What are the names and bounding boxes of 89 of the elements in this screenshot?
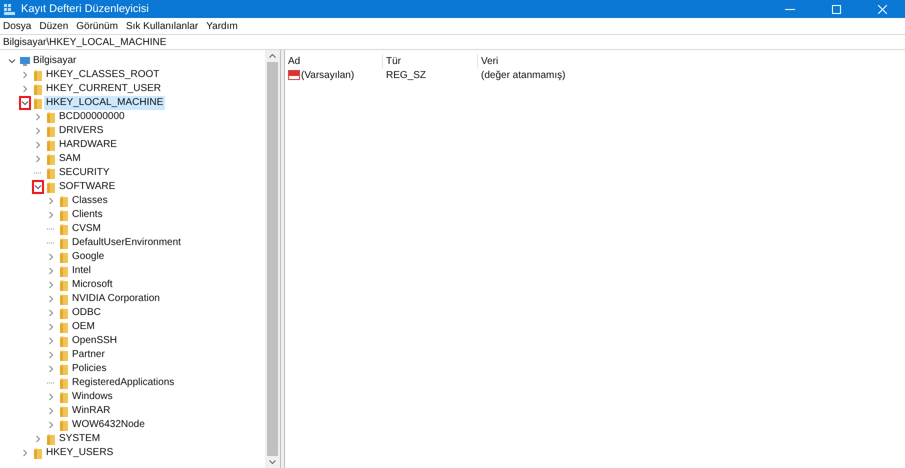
minimize-icon — [785, 8, 795, 10]
tree-item[interactable]: ODBC — [70, 306, 103, 320]
folder-icon — [34, 70, 42, 80]
folder-icon — [60, 252, 68, 262]
folder-icon — [60, 210, 68, 220]
tree-item[interactable]: Intel — [70, 264, 93, 278]
tree-item[interactable]: HKEY_CLASSES_ROOT — [44, 68, 162, 82]
column-header[interactable]: Tür — [382, 54, 477, 68]
close-icon — [878, 4, 886, 14]
tree-item[interactable]: Windows — [70, 390, 115, 404]
computer-icon — [18, 56, 30, 66]
tree-item[interactable]: WOW6432Node — [70, 418, 147, 432]
tree-item[interactable]: Partner — [70, 348, 107, 362]
folder-icon — [46, 434, 54, 444]
folder-icon — [60, 406, 68, 416]
folder-icon — [46, 154, 54, 164]
tree-item[interactable]: WinRAR — [70, 404, 112, 418]
tree-item[interactable]: SECURITY — [57, 166, 112, 180]
expand-toggle[interactable] — [19, 96, 31, 110]
chevron-down-icon[interactable] — [8, 57, 16, 65]
expand-toggle[interactable] — [32, 180, 44, 194]
tree-item[interactable]: HKEY_USERS — [44, 446, 116, 460]
menu-item[interactable]: Dosya — [3, 18, 32, 34]
folder-icon — [60, 224, 68, 234]
menu-item[interactable]: Görünüm — [76, 18, 118, 34]
tree-item[interactable]: Policies — [70, 362, 108, 376]
tree-item[interactable]: OpenSSH — [70, 334, 120, 348]
tree-connector-icon — [47, 382, 55, 384]
tree-item[interactable]: Clients — [70, 208, 105, 222]
tree-item[interactable]: BCD00000000 — [57, 110, 127, 124]
column-header[interactable]: Veri — [477, 54, 498, 68]
chevron-down-icon[interactable] — [34, 183, 42, 191]
menu-item[interactable]: Düzen — [39, 18, 68, 34]
folder-icon — [60, 308, 68, 318]
address-bar[interactable]: Bilgisayar\HKEY_LOCAL_MACHINE — [0, 34, 905, 50]
folder-icon — [60, 420, 68, 430]
folder-icon — [46, 182, 54, 192]
tree-connector-icon — [34, 172, 42, 174]
scrollbar[interactable] — [265, 50, 280, 468]
tree-item[interactable]: Classes — [70, 194, 110, 208]
window-title: Kayıt Defteri Düzenleyicisi — [21, 2, 149, 17]
maximize-icon — [832, 4, 840, 14]
tree-item[interactable]: Google — [70, 250, 106, 264]
folder-icon — [46, 126, 54, 136]
tree-item[interactable]: NVIDIA Corporation — [70, 292, 162, 306]
tree-item[interactable]: SAM — [57, 152, 83, 166]
tree-item[interactable]: DRIVERS — [57, 124, 106, 138]
tree-connector-icon — [47, 228, 55, 230]
folder-icon — [60, 322, 68, 332]
folder-icon — [60, 350, 68, 360]
folder-icon — [34, 448, 42, 458]
table-cell-text: REG_SZ — [385, 68, 428, 82]
folder-icon — [60, 196, 68, 206]
folder-icon — [46, 112, 54, 122]
menu-item[interactable]: Sık Kullanılanlar — [126, 18, 198, 34]
tree-connector-icon — [47, 242, 55, 244]
table-cell-text: (değer atanmamış) — [480, 68, 566, 82]
string-value-icon — [288, 70, 300, 80]
tree-item[interactable]: CVSM — [70, 222, 103, 236]
folder-icon — [60, 364, 68, 374]
scroll-down-icon[interactable] — [269, 460, 276, 464]
tree-item[interactable]: OEM — [70, 320, 97, 334]
chevron-down-icon[interactable] — [21, 99, 29, 107]
tree-item[interactable]: HKEY_CURRENT_USER — [44, 82, 164, 96]
folder-icon — [34, 98, 42, 108]
tree-item[interactable]: Microsoft — [70, 278, 115, 292]
folder-icon — [60, 378, 68, 388]
folder-icon — [46, 168, 54, 178]
tree-item[interactable]: SYSTEM — [57, 432, 102, 446]
tree-item[interactable]: Bilgisayar — [31, 54, 78, 68]
tree-item[interactable]: SOFTWARE — [57, 180, 118, 194]
column-header[interactable]: Ad — [285, 54, 382, 68]
tree-item[interactable]: RegisteredApplications — [70, 376, 176, 390]
folder-icon — [60, 392, 68, 402]
scroll-up-icon[interactable] — [269, 54, 276, 58]
folder-icon — [60, 280, 68, 290]
folder-icon — [34, 84, 42, 94]
folder-icon — [60, 294, 68, 304]
registry-app-icon — [4, 4, 15, 14]
tree-item[interactable]: HKEY_LOCAL_MACHINE — [44, 96, 166, 110]
table-cell-text: (Varsayılan) — [301, 68, 354, 82]
folder-icon — [46, 140, 54, 150]
tree-item[interactable]: HARDWARE — [57, 138, 119, 152]
folder-icon — [60, 336, 68, 346]
folder-icon — [60, 238, 68, 248]
menu-item[interactable]: Yardım — [206, 18, 238, 34]
folder-icon — [60, 266, 68, 276]
tree-item[interactable]: DefaultUserEnvironment — [70, 236, 183, 250]
scroll-thumb[interactable] — [267, 62, 278, 456]
